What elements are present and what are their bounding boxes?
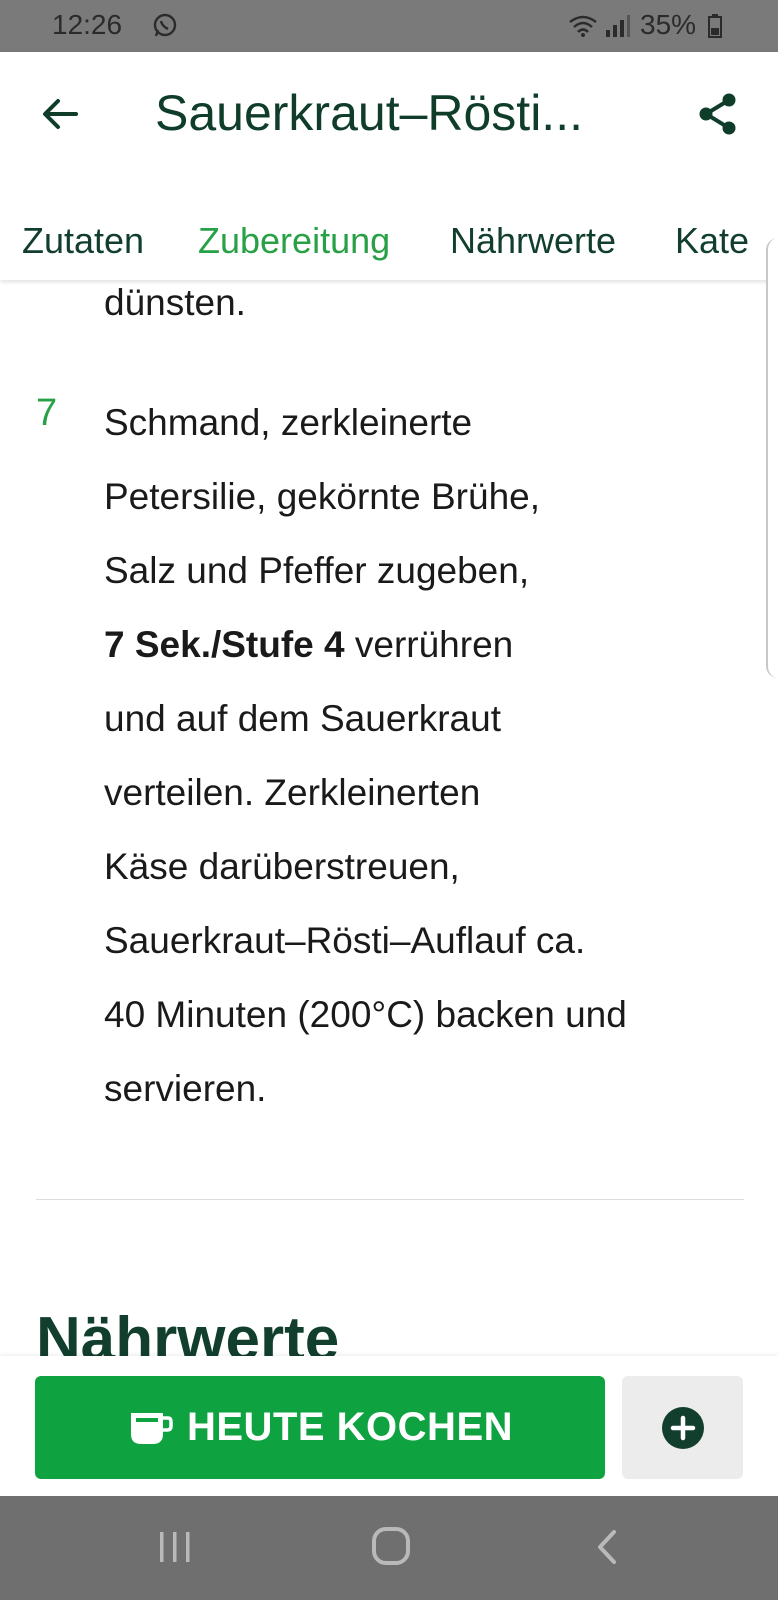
step-line: Petersilie, gekörnte Brühe, [104,476,541,517]
step-line: Sauerkraut–Rösti–Auflauf ca. [104,920,586,961]
tab-bar: Zutaten Zubereitung Nährwerte Kate [0,200,778,280]
previous-step-text: dünsten. [104,282,246,323]
step-line: Salz und Pfeffer zugeben, [104,550,530,591]
cup-icon [130,1412,173,1444]
cook-today-label: HEUTE KOCHEN [186,1405,514,1449]
home-icon[interactable] [370,1526,414,1566]
add-button[interactable] [622,1376,743,1479]
whatsapp-icon [153,13,177,37]
page-title: Sauerkraut–Rösti... [155,85,583,141]
tab-zubereitung[interactable]: Zubereitung [198,220,390,262]
step-line: 40 Minuten (200°C) backen und [104,994,627,1035]
step-line-with-setting: 7 Sek./Stufe 4 verrühren [104,608,744,682]
cook-today-button[interactable]: HEUTE KOCHEN [35,1376,605,1479]
step-line: servieren. [104,1068,267,1109]
wifi-icon [569,15,597,37]
battery-icon [708,14,722,38]
step-line: Käse darüberstreuen, [104,846,460,887]
preparation-content: dünsten. 7 Schmand, zerkleinerte Petersi… [0,280,778,1374]
step-text: Schmand, zerkleinerte Petersilie, gekörn… [104,386,744,1126]
divider [36,1199,744,1200]
step-number: 7 [36,392,58,434]
tab-kategorien[interactable]: Kate [675,220,749,262]
plus-circle-icon [661,1406,704,1449]
cooking-setting: 7 Sek./Stufe 4 [104,624,345,665]
system-nav-bar [0,1496,778,1600]
back-icon[interactable] [594,1528,620,1566]
app-header: Sauerkraut–Rösti... Zutaten Zubereitung … [0,52,778,280]
status-time: 12:26 [52,9,123,40]
status-bar: 12:26 35% [0,0,778,52]
step-line-rest: verrühren [344,624,514,665]
bottom-action-bar: HEUTE KOCHEN [0,1356,778,1496]
tab-naehrwerte[interactable]: Nährwerte [450,220,616,262]
scrollbar[interactable] [766,238,778,678]
battery-percent: 35% [640,9,697,40]
back-arrow-icon[interactable] [34,88,86,140]
share-icon[interactable] [692,88,744,140]
signal-icon [606,15,630,37]
tab-zutaten[interactable]: Zutaten [22,220,144,262]
step-line: und auf dem Sauerkraut [104,698,501,739]
recent-apps-icon[interactable] [158,1530,192,1564]
step-line: Schmand, zerkleinerte [104,402,473,443]
step-line: verteilen. Zerkleinerten [104,772,481,813]
